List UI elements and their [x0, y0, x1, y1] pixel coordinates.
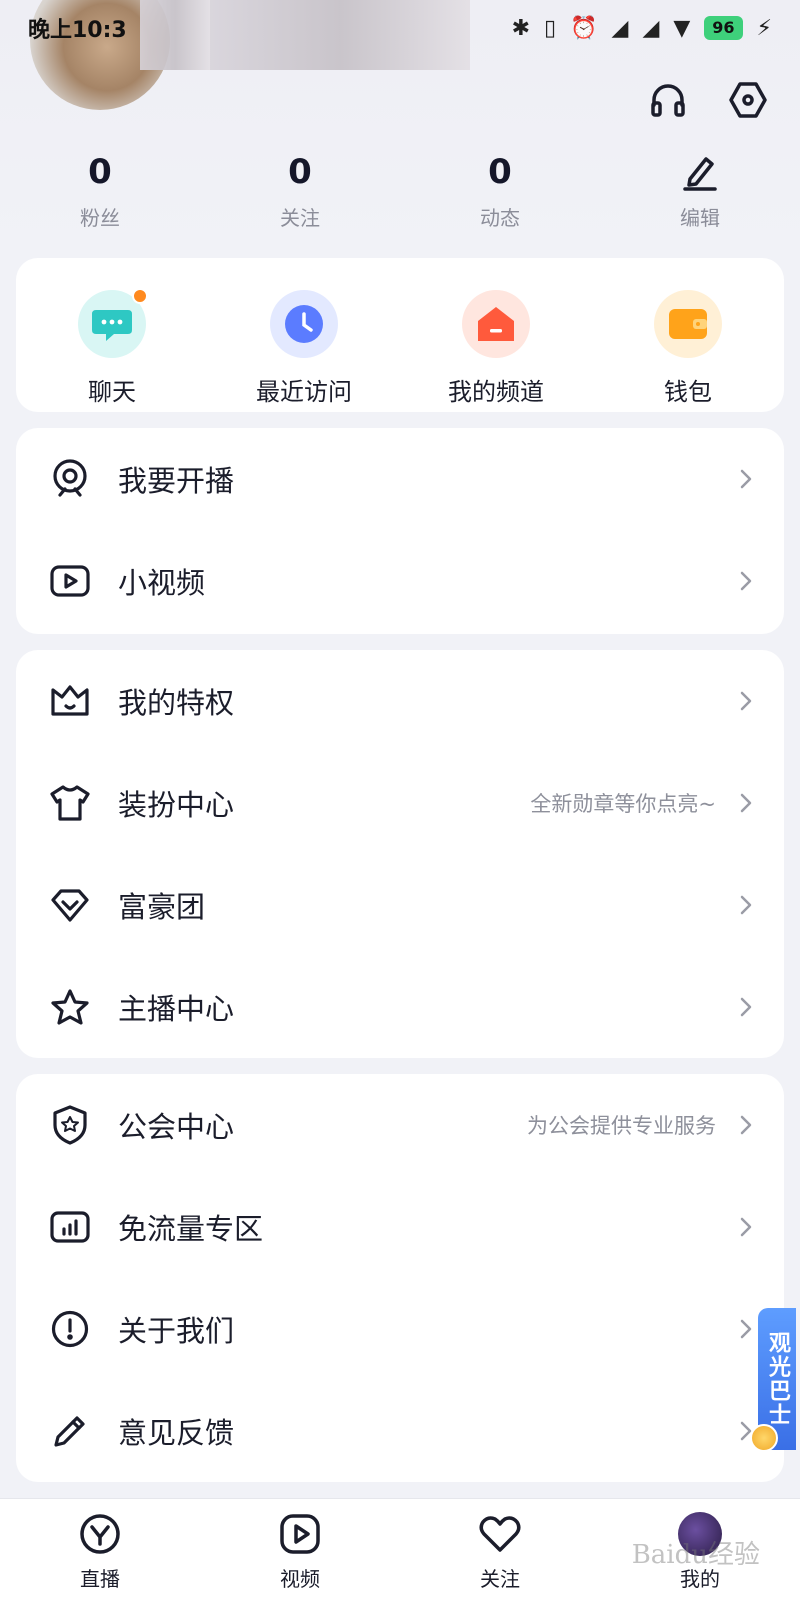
pencil-icon [50, 1411, 90, 1451]
menu-item-start-live[interactable]: 我要开播 [16, 428, 784, 530]
alarm-icon: ⏰ [570, 15, 598, 41]
menu-item-rich-club[interactable]: 富豪团 [16, 854, 784, 956]
chevron-right-icon [738, 468, 754, 490]
settings-hexagon-icon[interactable] [726, 78, 770, 122]
nav-tab-live[interactable]: 直播 [0, 1499, 200, 1600]
nav-tab-label: 关注 [480, 1567, 520, 1591]
video-tab-icon [277, 1511, 323, 1557]
menu-item-label: 公会中心 [118, 1110, 235, 1144]
menu-item-guild-center[interactable]: 公会中心 为公会提供专业服务 [16, 1074, 784, 1176]
status-time: 晚上10:3 [28, 18, 127, 43]
signal-icon: ◢ [642, 15, 660, 41]
nav-tab-label: 直播 [80, 1567, 120, 1591]
status-bar: 晚上10:3 ✱ ▯ ⏰ ◢ ◢ ▼ 96 ⚡ [0, 0, 800, 56]
wifi-icon: ▼ [673, 15, 691, 41]
menu-item-label: 意见反馈 [118, 1416, 235, 1450]
live-tab-icon [77, 1511, 123, 1557]
battery-indicator: 96 [704, 16, 743, 40]
bluetooth-icon: ✱ [511, 15, 530, 41]
chevron-right-icon [738, 1114, 754, 1136]
stat-posts[interactable]: 0 动态 [400, 150, 600, 240]
menu-item-label: 装扮中心 [118, 788, 235, 822]
stat-label: 粉丝 [80, 206, 120, 230]
edit-profile-button[interactable]: 编辑 [600, 150, 800, 240]
floating-tag-text: 观光巴士 [765, 1331, 790, 1427]
chat-icon [78, 288, 148, 358]
notification-dot [132, 288, 148, 304]
chevron-right-icon [738, 690, 754, 712]
heart-icon [477, 1511, 523, 1557]
menu-item-anchor-center[interactable]: 主播中心 [16, 956, 784, 1058]
stat-following[interactable]: 0 关注 [200, 150, 400, 240]
chevron-right-icon [738, 792, 754, 814]
menu-item-label: 我要开播 [118, 464, 235, 498]
diamond-icon [50, 885, 90, 925]
chevron-right-icon [738, 1318, 754, 1340]
stat-value: 0 [288, 152, 312, 192]
stat-label: 动态 [480, 206, 520, 230]
stat-label: 编辑 [680, 206, 720, 230]
charging-icon: ⚡ [756, 15, 772, 41]
menu-card-privileges: 我的特权 装扮中心 全新勋章等你点亮~ 富豪团 主播中心 [16, 650, 784, 1058]
chevron-right-icon [738, 570, 754, 592]
menu-item-dressup-center[interactable]: 装扮中心 全新勋章等你点亮~ [16, 752, 784, 854]
menu-card-live: 我要开播 小视频 [16, 428, 784, 634]
menu-item-label: 免流量专区 [118, 1212, 264, 1246]
stat-value: 0 [488, 152, 512, 192]
quick-action-label: 最近访问 [256, 378, 352, 406]
stat-fans[interactable]: 0 粉丝 [0, 150, 200, 240]
header-actions [646, 78, 770, 122]
menu-item-about-us[interactable]: 关于我们 [16, 1278, 784, 1380]
clock-icon [270, 290, 338, 358]
watermark: Baidu经验 [631, 1540, 760, 1570]
channel-home-icon [462, 290, 530, 358]
menu-item-label: 富豪团 [118, 890, 206, 924]
coin-icon[interactable] [750, 1424, 778, 1452]
signal-icon: ◢ [611, 15, 629, 41]
quick-action-label: 我的频道 [448, 378, 544, 406]
quick-actions-card: 聊天 最近访问 我的频道 钱包 [16, 258, 784, 412]
quick-action-label: 聊天 [88, 378, 136, 406]
menu-item-label: 主播中心 [118, 992, 235, 1026]
stat-value: 0 [88, 152, 112, 192]
info-icon [50, 1309, 90, 1349]
live-camera-icon [50, 459, 90, 499]
wallet-icon [654, 290, 722, 358]
nav-tab-label: 视频 [280, 1567, 320, 1591]
menu-item-hint: 为公会提供专业服务 [527, 1114, 716, 1138]
quick-action-my-channel[interactable]: 我的频道 [400, 258, 592, 412]
menu-item-feedback[interactable]: 意见反馈 [16, 1380, 784, 1482]
shirt-icon [50, 783, 90, 823]
status-icons: ✱ ▯ ⏰ ◢ ◢ ▼ 96 ⚡ [512, 16, 772, 41]
quick-action-wallet[interactable]: 钱包 [592, 258, 784, 412]
menu-item-free-data-zone[interactable]: 免流量专区 [16, 1176, 784, 1278]
chevron-right-icon [738, 894, 754, 916]
star-icon [50, 987, 90, 1027]
menu-item-label: 小视频 [118, 566, 206, 600]
shield-icon [50, 1105, 90, 1145]
stat-label: 关注 [280, 206, 320, 230]
menu-item-short-video[interactable]: 小视频 [16, 530, 784, 632]
edit-pencil-icon [682, 150, 718, 194]
video-icon [50, 561, 90, 601]
chevron-right-icon [738, 996, 754, 1018]
menu-item-my-privileges[interactable]: 我的特权 [16, 650, 784, 752]
quick-action-label: 钱包 [664, 378, 712, 406]
data-chart-icon [50, 1207, 90, 1247]
menu-item-label: 我的特权 [118, 686, 235, 720]
profile-stats: 0 粉丝 0 关注 0 动态 编辑 [0, 150, 800, 240]
headset-icon[interactable] [646, 78, 690, 122]
vibrate-icon: ▯ [544, 15, 557, 41]
chevron-right-icon [738, 1216, 754, 1238]
quick-action-chat[interactable]: 聊天 [16, 258, 208, 412]
nav-tab-follow[interactable]: 关注 [400, 1499, 600, 1600]
menu-item-label: 关于我们 [118, 1314, 235, 1348]
menu-item-hint: 全新勋章等你点亮~ [530, 792, 716, 816]
nav-tab-video[interactable]: 视频 [200, 1499, 400, 1600]
menu-card-more: 公会中心 为公会提供专业服务 免流量专区 关于我们 意见反馈 [16, 1074, 784, 1482]
crown-icon [50, 681, 90, 721]
quick-action-recent-visits[interactable]: 最近访问 [208, 258, 400, 412]
